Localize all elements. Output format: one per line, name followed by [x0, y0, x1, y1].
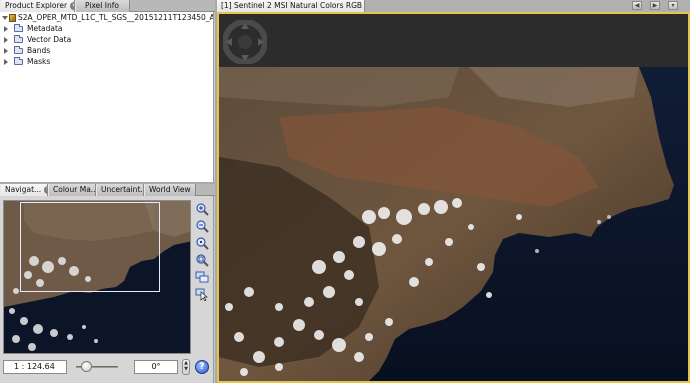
tab-label: Colour Ma...: [53, 185, 96, 194]
tab-label: [1] Sentinel 2 MSI Natural Colors RGB: [221, 1, 363, 10]
collapsed-arrow-icon[interactable]: [4, 26, 8, 32]
folder-icon: [14, 24, 23, 32]
zoom-pixel-icon[interactable]: [195, 236, 209, 250]
sync-cursor-icon[interactable]: [195, 287, 209, 302]
zoom-all-icon[interactable]: [195, 253, 209, 267]
zoom-slider-thumb[interactable]: [81, 361, 92, 372]
expanded-arrow-icon[interactable]: [2, 16, 8, 20]
tab-label: World View: [149, 185, 191, 194]
navigation-panel: 1 : 124.64 0° ▲ ▼ ?: [0, 196, 214, 383]
node-label: Vector Data: [27, 35, 72, 44]
tab-colour-manipulation[interactable]: Colour Ma...: [48, 184, 96, 196]
folder-icon: [14, 46, 23, 54]
tab-uncertainty[interactable]: Uncertaint...: [96, 184, 144, 196]
folder-icon: [14, 35, 23, 43]
satellite-image[interactable]: [219, 67, 688, 381]
zoom-scale-field[interactable]: 1 : 124.64: [3, 360, 67, 374]
spinner-down-icon[interactable]: ▼: [183, 366, 189, 372]
tab-product-explorer[interactable]: Product Explorer✕: [0, 0, 75, 12]
tool-panel-tabbar: Navigat...✕ Colour Ma... Uncertaint... W…: [0, 184, 215, 196]
product-label: S2A_OPER_MTD_L1C_TL_SGS__20151211T123450…: [18, 13, 214, 22]
tab-label: Product Explorer: [5, 1, 68, 10]
visible-area-rectangle[interactable]: [20, 202, 160, 292]
zoom-out-icon[interactable]: [195, 219, 209, 233]
zoom-in-icon[interactable]: [195, 202, 209, 216]
tab-label: Pixel Info: [85, 1, 119, 10]
scroll-tabs-right-icon[interactable]: ▶: [650, 1, 660, 10]
tab-world-view[interactable]: World View: [144, 184, 196, 196]
tab-image-view[interactable]: [1] Sentinel 2 MSI Natural Colors RGB✕: [217, 0, 365, 12]
node-label: Bands: [27, 46, 51, 55]
scroll-tabs-left-icon[interactable]: ◀: [632, 1, 642, 10]
explorer-tabbar: Product Explorer✕ Pixel Info: [0, 0, 215, 12]
tab-label: Uncertaint...: [101, 185, 144, 194]
product-icon: [9, 14, 16, 22]
navigation-overview[interactable]: [3, 200, 191, 354]
tab-label: Navigat...: [5, 185, 42, 194]
folder-icon: [14, 57, 23, 65]
window-menu-icon[interactable]: ▾: [668, 1, 678, 10]
collapsed-arrow-icon[interactable]: [4, 48, 8, 54]
product-tree: S2A_OPER_MTD_L1C_TL_SGS__20151211T123450…: [0, 12, 214, 182]
node-label: Masks: [27, 57, 51, 66]
pan-compass-icon[interactable]: [223, 20, 267, 64]
sync-views-icon[interactable]: [195, 270, 209, 284]
tab-pixel-info[interactable]: Pixel Info: [75, 0, 130, 12]
rotation-angle-field[interactable]: 0°: [134, 360, 178, 374]
image-view-tabbar: [1] Sentinel 2 MSI Natural Colors RGB✕ ◀…: [217, 0, 690, 12]
navigation-toolbar: [193, 198, 211, 308]
image-view[interactable]: [217, 12, 690, 383]
rotation-angle-spinner[interactable]: ▲ ▼: [182, 359, 190, 375]
snap-application: Product Explorer✕ Pixel Info S2A_OPER_MT…: [0, 0, 690, 383]
tab-navigation[interactable]: Navigat...✕: [0, 184, 48, 196]
collapsed-arrow-icon[interactable]: [4, 59, 8, 65]
help-button[interactable]: ?: [195, 360, 209, 374]
node-label: Metadata: [27, 24, 63, 33]
collapsed-arrow-icon[interactable]: [4, 37, 8, 43]
